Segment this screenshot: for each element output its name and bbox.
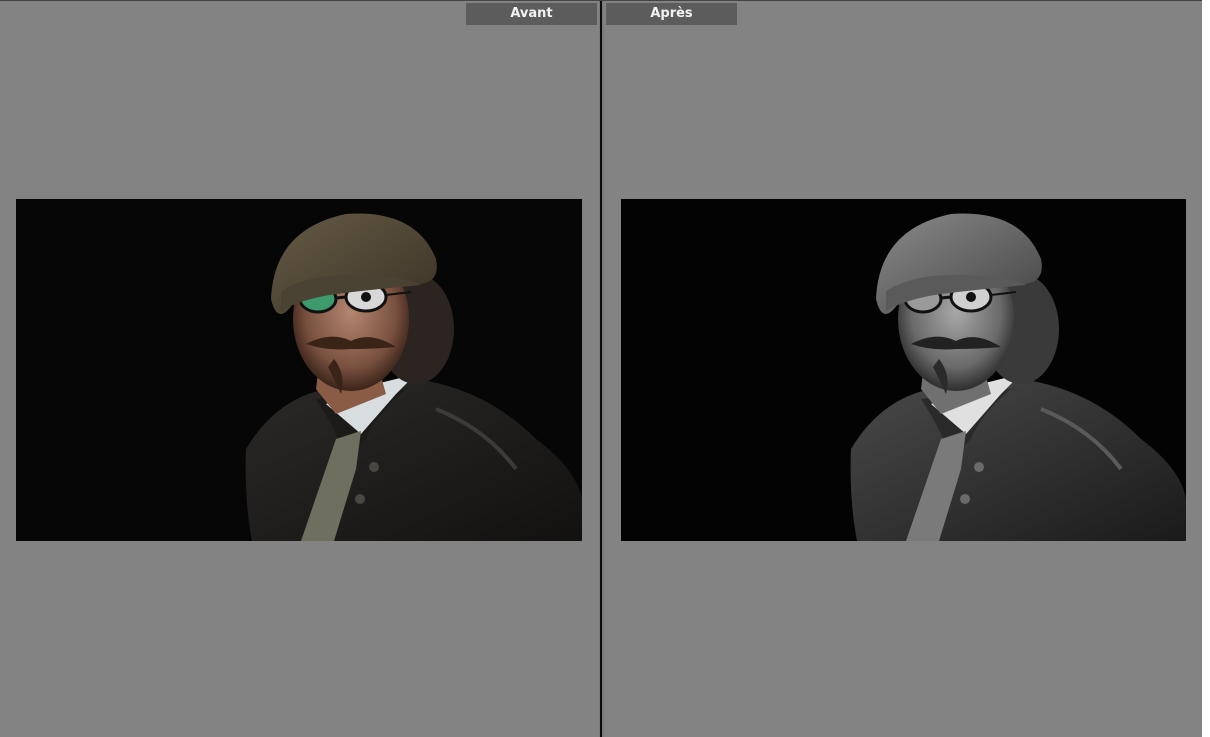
after-label: Après bbox=[606, 3, 737, 25]
before-label: Avant bbox=[466, 3, 597, 25]
before-panel: Avant bbox=[0, 1, 599, 737]
portrait-color-image bbox=[16, 199, 582, 541]
split-divider-line bbox=[600, 1, 602, 737]
before-after-compare-view: Avant Après bbox=[0, 0, 1202, 737]
after-photo[interactable] bbox=[621, 199, 1186, 541]
portrait-bw-image bbox=[621, 199, 1186, 541]
window-edge bbox=[1202, 0, 1210, 736]
before-photo[interactable] bbox=[16, 199, 582, 541]
after-panel: Après bbox=[604, 1, 1202, 737]
